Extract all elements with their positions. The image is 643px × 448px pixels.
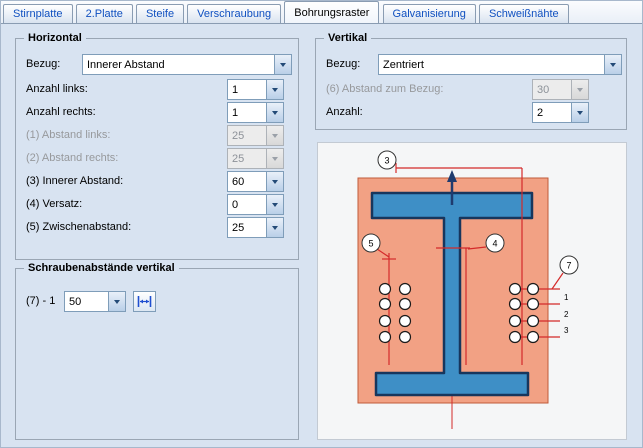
tab-schweissnaehte[interactable]: Schweißnähte bbox=[479, 4, 569, 23]
group-schraubenabstaende-title: Schraubenabstände vertikal bbox=[24, 262, 179, 274]
group-horizontal: Horizontal Bezug: Innerer Abstand Anzahl… bbox=[15, 38, 299, 260]
bezug-vertikal-label: Bezug: bbox=[326, 58, 360, 71]
row-spacing-3: 3 bbox=[564, 326, 569, 335]
abstand-zum-bezug-value: 30 bbox=[533, 80, 571, 99]
chevron-down-icon[interactable] bbox=[604, 55, 621, 74]
anzahl-links-value: 1 bbox=[228, 80, 266, 99]
tab-bar: Stirnplatte 2.Platte Steife Verschraubun… bbox=[1, 1, 642, 23]
chevron-down-icon bbox=[266, 126, 283, 145]
abstand-rechts-select: 25 bbox=[227, 148, 284, 169]
abstand-links-select: 25 bbox=[227, 125, 284, 146]
group-vertikal-title: Vertikal bbox=[324, 32, 371, 44]
anzahl-rechts-label: Anzahl rechts: bbox=[26, 106, 96, 119]
bezug-horizontal-select[interactable]: Innerer Abstand bbox=[82, 54, 292, 75]
callout-3-text: 3 bbox=[384, 156, 389, 166]
chevron-down-icon bbox=[266, 149, 283, 168]
versatz-select[interactable]: 0 bbox=[227, 194, 284, 215]
callout-7-text: 7 bbox=[566, 261, 571, 271]
group-horizontal-title: Horizontal bbox=[24, 32, 86, 44]
chevron-down-icon[interactable] bbox=[266, 218, 283, 237]
anzahl-links-select[interactable]: 1 bbox=[227, 79, 284, 100]
callout-5-text: 5 bbox=[368, 239, 373, 249]
innerer-abstand-value: 60 bbox=[228, 172, 266, 191]
chevron-down-icon[interactable] bbox=[266, 172, 283, 191]
anzahl-vertikal-value: 2 bbox=[533, 103, 571, 122]
versatz-label: (4) Versatz: bbox=[26, 198, 82, 211]
tab-stirnplatte[interactable]: Stirnplatte bbox=[3, 4, 73, 23]
abstand-links-value: 25 bbox=[228, 126, 266, 145]
chevron-down-icon bbox=[571, 80, 588, 99]
abstand-rechts-value: 25 bbox=[228, 149, 266, 168]
zwischenabstand-label: (5) Zwischenabstand: bbox=[26, 221, 131, 234]
bohrungsraster-panel: Horizontal Bezug: Innerer Abstand Anzahl… bbox=[1, 23, 642, 447]
chevron-down-icon[interactable] bbox=[266, 80, 283, 99]
chevron-down-icon[interactable] bbox=[571, 103, 588, 122]
group-vertikal: Vertikal Bezug: Zentriert (6) Abstand zu… bbox=[315, 38, 627, 130]
equal-spacing-icon bbox=[137, 295, 152, 308]
zwischenabstand-select[interactable]: 25 bbox=[227, 217, 284, 238]
bezug-vertikal-value: Zentriert bbox=[379, 55, 604, 74]
innerer-abstand-label: (3) Innerer Abstand: bbox=[26, 175, 123, 188]
group-schraubenabstaende: Schraubenabstände vertikal (7) - 1 50 bbox=[15, 268, 299, 440]
tab-verschraubung[interactable]: Verschraubung bbox=[187, 4, 281, 23]
anzahl-links-label: Anzahl links: bbox=[26, 83, 88, 96]
row-7-1-select[interactable]: 50 bbox=[64, 291, 126, 312]
abstand-links-label: (1) Abstand links: bbox=[26, 129, 110, 142]
anzahl-rechts-select[interactable]: 1 bbox=[227, 102, 284, 123]
tab-steife[interactable]: Steife bbox=[136, 4, 184, 23]
bezug-horizontal-label: Bezug: bbox=[26, 58, 60, 71]
bolt-pattern-diagram-svg: 3 5 4 7 1 2 3 bbox=[318, 143, 626, 439]
versatz-value: 0 bbox=[228, 195, 266, 214]
row-7-1-value: 50 bbox=[65, 292, 108, 311]
row-spacing-1: 1 bbox=[564, 293, 569, 302]
chevron-down-icon[interactable] bbox=[274, 55, 291, 74]
abstand-zum-bezug-select: 30 bbox=[532, 79, 589, 100]
callout-4-text: 4 bbox=[492, 239, 497, 249]
row-spacing-labels: 1 2 3 bbox=[564, 293, 569, 335]
anzahl-rechts-value: 1 bbox=[228, 103, 266, 122]
abstand-rechts-label: (2) Abstand rechts: bbox=[26, 152, 118, 165]
anzahl-vertikal-label: Anzahl: bbox=[326, 106, 363, 119]
anzahl-vertikal-select[interactable]: 2 bbox=[532, 102, 589, 123]
chevron-down-icon[interactable] bbox=[108, 292, 125, 311]
row-7-1-label: (7) - 1 bbox=[26, 295, 55, 308]
tab-2platte[interactable]: 2.Platte bbox=[76, 4, 133, 23]
tab-bohrungsraster[interactable]: Bohrungsraster bbox=[284, 1, 379, 23]
chevron-down-icon[interactable] bbox=[266, 103, 283, 122]
bolt-pattern-diagram: 3 5 4 7 1 2 3 bbox=[317, 142, 627, 440]
zwischenabstand-value: 25 bbox=[228, 218, 266, 237]
dialog-window: Stirnplatte 2.Platte Steife Verschraubun… bbox=[0, 0, 643, 448]
row-spacing-2: 2 bbox=[564, 310, 569, 319]
chevron-down-icon[interactable] bbox=[266, 195, 283, 214]
abstand-zum-bezug-label: (6) Abstand zum Bezug: bbox=[326, 83, 443, 96]
equal-spacing-button[interactable] bbox=[133, 291, 156, 312]
innerer-abstand-select[interactable]: 60 bbox=[227, 171, 284, 192]
tab-galvanisierung[interactable]: Galvanisierung bbox=[383, 4, 476, 23]
bezug-vertikal-select[interactable]: Zentriert bbox=[378, 54, 622, 75]
bezug-horizontal-value: Innerer Abstand bbox=[83, 55, 274, 74]
